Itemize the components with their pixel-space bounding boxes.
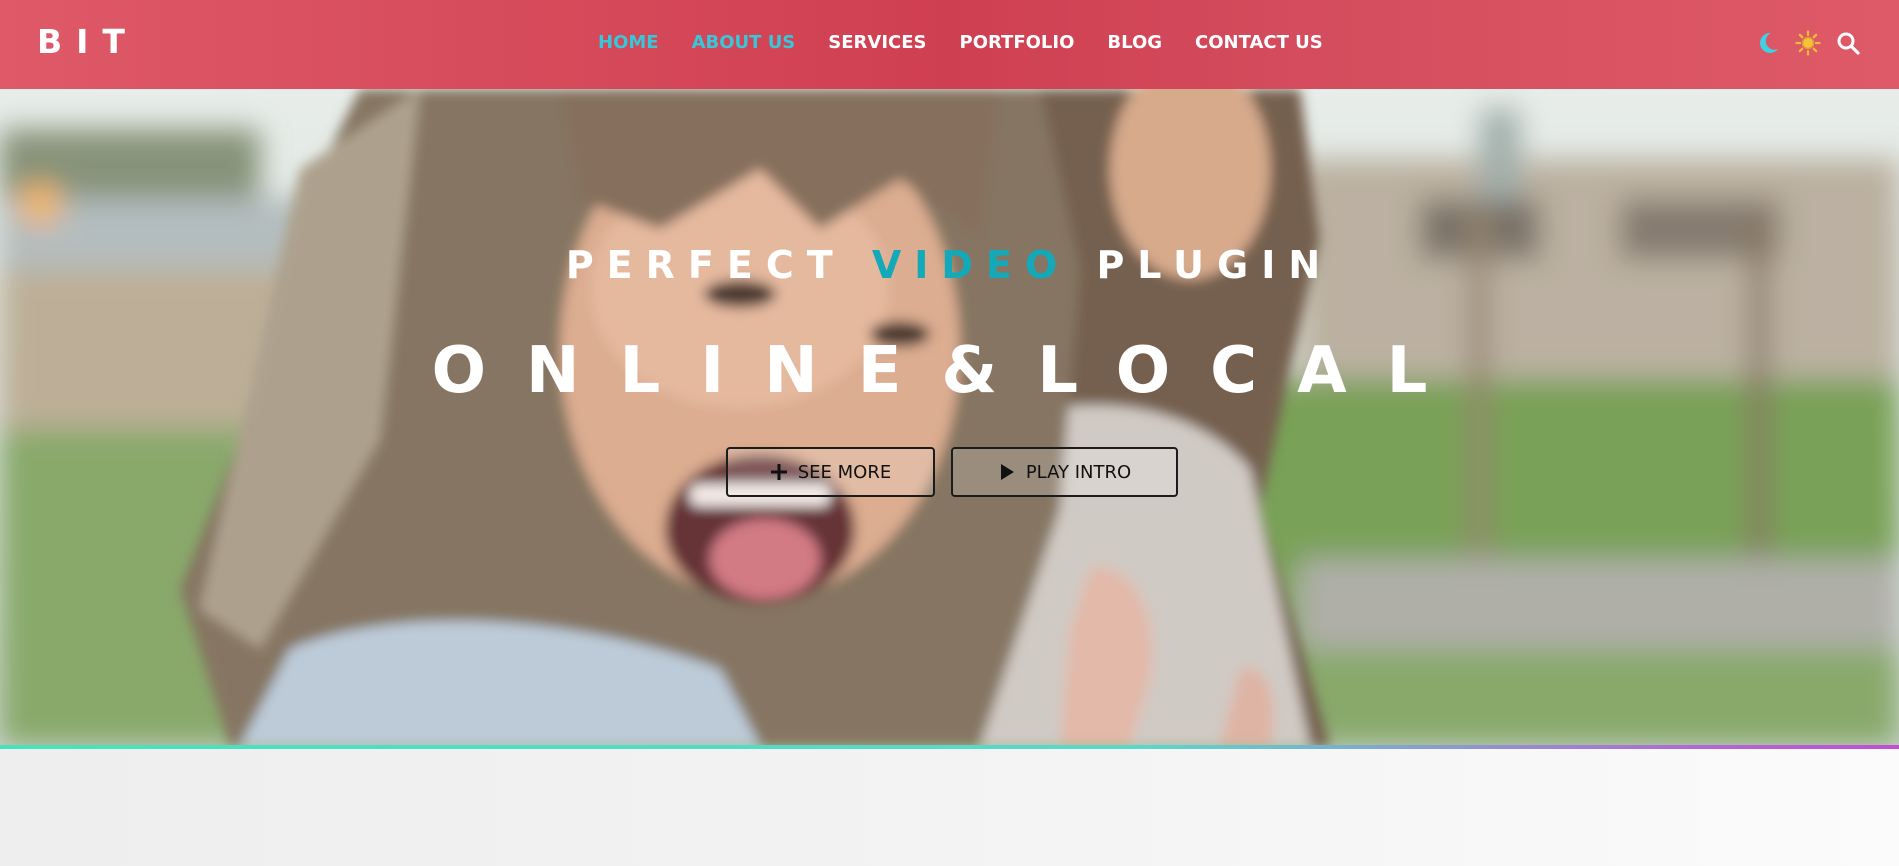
header-icons <box>1741 28 1861 58</box>
play-intro-label: PLAY INTRO <box>1025 461 1132 483</box>
moon-icon[interactable] <box>1755 30 1781 56</box>
nav-about-us[interactable]: ABOUT US <box>692 28 796 58</box>
hero-divider <box>0 745 1899 749</box>
nav-services[interactable]: SERVICES <box>828 28 926 58</box>
hero-subtitle-accent: VIDEO <box>871 243 1071 287</box>
nav-home[interactable]: HOME <box>598 28 659 58</box>
hero-title: ONLINE&LOCAL <box>431 334 1468 408</box>
site-header: BIT HOME ABOUT US SERVICES PORTFOLIO BLO… <box>0 0 1899 89</box>
search-icon[interactable] <box>1835 30 1861 56</box>
content-section <box>0 749 1899 866</box>
plus-icon <box>770 464 787 480</box>
nav-portfolio[interactable]: PORTFOLIO <box>960 28 1075 58</box>
play-intro-button[interactable]: PLAY INTRO <box>951 447 1178 497</box>
nav-blog[interactable]: BLOG <box>1107 28 1162 58</box>
site-logo[interactable]: BIT <box>37 22 139 62</box>
main-nav: HOME ABOUT US SERVICES PORTFOLIO BLOG CO… <box>598 28 1356 58</box>
see-more-label: SEE MORE <box>797 461 892 483</box>
hero-subtitle-suffix: PLUGIN <box>1096 243 1334 287</box>
hero-subtitle: PERFECT VIDEO PLUGIN <box>0 242 1899 288</box>
hero-background-video <box>0 89 1899 746</box>
see-more-button[interactable]: SEE MORE <box>726 447 935 497</box>
play-icon <box>1000 464 1014 480</box>
sun-icon[interactable] <box>1795 30 1821 56</box>
hero-subtitle-prefix: PERFECT <box>565 243 846 287</box>
hero-video-section: PERFECT VIDEO PLUGIN ONLINE&LOCAL SEE MO… <box>0 89 1899 746</box>
nav-contact-us[interactable]: CONTACT US <box>1195 28 1323 58</box>
